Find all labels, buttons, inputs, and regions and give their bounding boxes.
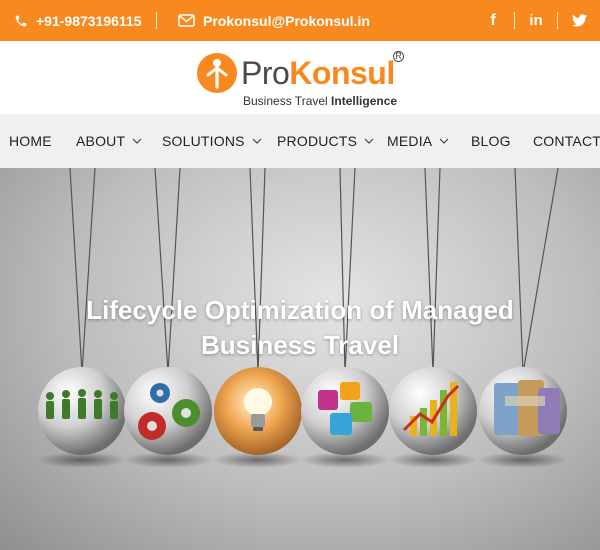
chevron-down-icon bbox=[439, 138, 449, 144]
nav-label: MEDIA bbox=[387, 133, 433, 149]
nav-blog[interactable]: BLOG bbox=[471, 114, 511, 168]
nav-home[interactable]: HOME bbox=[9, 114, 52, 168]
ball-shadows bbox=[37, 452, 568, 468]
nav-label: SOLUTIONS bbox=[162, 133, 245, 149]
facebook-link[interactable]: f bbox=[483, 0, 503, 41]
email-address: Prokonsul@Prokonsul.in bbox=[203, 12, 370, 29]
tagline-bold: Intelligence bbox=[331, 94, 398, 108]
people-ball bbox=[38, 367, 126, 455]
nav-solutions[interactable]: SOLUTIONS bbox=[162, 114, 262, 168]
nav-label: ABOUT bbox=[76, 133, 126, 149]
nav-label: HOME bbox=[9, 133, 52, 149]
hero-title: Lifecycle Optimization of Managed Busine… bbox=[0, 293, 600, 363]
tagline-light: Business Travel bbox=[243, 94, 332, 108]
divider bbox=[156, 12, 157, 29]
linkedin-link[interactable]: in bbox=[526, 0, 546, 41]
chevron-down-icon bbox=[252, 138, 262, 144]
phone-icon bbox=[15, 15, 27, 26]
phone-number: +91-9873196115 bbox=[36, 12, 142, 29]
lightbulb-ball bbox=[214, 367, 302, 455]
nav-label: BLOG bbox=[471, 133, 511, 149]
hero-title-line2: Business Travel bbox=[201, 330, 399, 360]
divider bbox=[514, 12, 515, 29]
nav-label: PRODUCTS bbox=[277, 133, 358, 149]
nav-label: CONTACT bbox=[533, 133, 600, 149]
logo-tagline: Business Travel Intelligence bbox=[243, 94, 397, 108]
puzzle-ball bbox=[301, 367, 389, 455]
nav-about[interactable]: ABOUT bbox=[76, 114, 142, 168]
email-link[interactable]: Prokonsul@Prokonsul.in bbox=[178, 0, 370, 41]
gears-ball bbox=[124, 367, 212, 455]
nav-products[interactable]: PRODUCTS bbox=[277, 114, 374, 168]
registered-mark: R bbox=[393, 51, 404, 62]
chevron-down-icon bbox=[364, 138, 374, 144]
logo-band: ProKonsul R Business Travel Intelligence bbox=[0, 41, 600, 114]
phone-link[interactable]: +91-9873196115 bbox=[14, 0, 142, 41]
hero-title-line1: Lifecycle Optimization of Managed bbox=[86, 295, 514, 325]
linkedin-icon: in bbox=[529, 12, 543, 29]
chevron-down-icon bbox=[132, 138, 142, 144]
logo-konsul: Konsul bbox=[289, 55, 395, 91]
twitter-icon bbox=[571, 14, 587, 27]
main-nav: HOME ABOUT SOLUTIONS PRODUCTS MEDIA BLOG… bbox=[0, 114, 600, 168]
logo-wordmark: ProKonsul bbox=[241, 53, 395, 93]
envelope-icon bbox=[178, 14, 195, 27]
twitter-link[interactable] bbox=[569, 0, 589, 41]
prokonsul-logo[interactable]: ProKonsul R Business Travel Intelligence bbox=[197, 48, 407, 108]
nav-media[interactable]: MEDIA bbox=[387, 114, 449, 168]
currency-ball bbox=[479, 367, 567, 455]
chart-ball bbox=[389, 367, 477, 455]
top-contact-bar: +91-9873196115 Prokonsul@Prokonsul.in f … bbox=[0, 0, 600, 41]
nav-contact[interactable]: CONTACT bbox=[533, 114, 600, 168]
divider bbox=[557, 12, 558, 29]
logo-person-icon bbox=[197, 53, 237, 93]
facebook-icon: f bbox=[490, 11, 496, 29]
logo-pro: Pro bbox=[241, 55, 290, 91]
hero-banner: Lifecycle Optimization of Managed Busine… bbox=[0, 168, 600, 550]
